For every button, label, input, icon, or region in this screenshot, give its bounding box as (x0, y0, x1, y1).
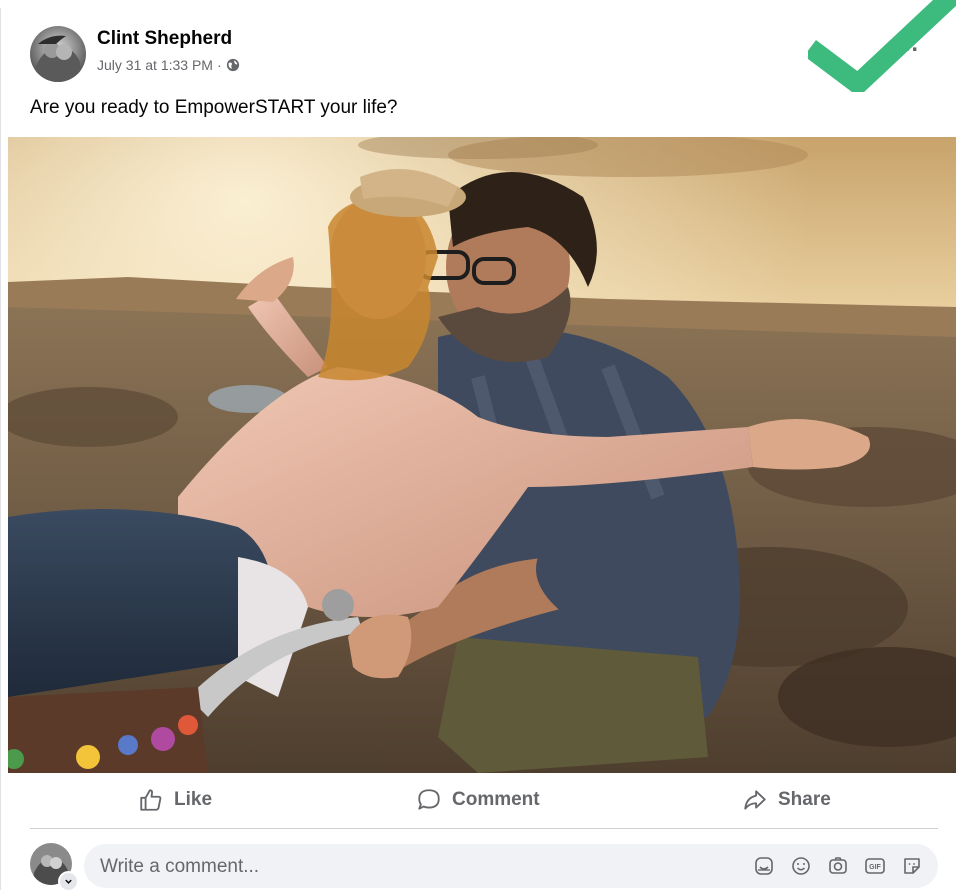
meta-separator: · (216, 57, 222, 73)
like-label: Like (174, 789, 213, 810)
post-timestamp[interactable]: July 31 at 1:33 PM (97, 57, 213, 73)
post-card: Clint Shepherd July 31 at 1:33 PM · ... … (0, 0, 956, 896)
gif-icon[interactable]: GIF (863, 854, 887, 878)
emoji-icon[interactable] (789, 854, 813, 878)
chevron-down-icon[interactable] (58, 871, 79, 892)
sticker-face-icon[interactable] (752, 854, 776, 878)
share-icon (744, 790, 766, 810)
camera-icon[interactable] (826, 854, 850, 878)
comment-icon (418, 789, 440, 810)
post-text: Are you ready to EmpowerSTART your life? (30, 97, 398, 118)
comment-label: Comment (452, 789, 540, 810)
like-button[interactable]: Like (138, 775, 212, 825)
author-name[interactable]: Clint Shepherd (97, 28, 232, 50)
sticker-icon[interactable] (900, 854, 924, 878)
share-button[interactable]: Share (742, 775, 831, 825)
comment-input[interactable] (98, 844, 702, 890)
svg-text:GIF: GIF (869, 864, 881, 871)
share-label: Share (778, 789, 831, 810)
post-meta: July 31 at 1:33 PM · (97, 57, 240, 73)
actions-divider (30, 828, 938, 829)
post-photo[interactable] (8, 137, 956, 773)
globe-icon[interactable] (226, 58, 240, 72)
card-border (0, 8, 1, 890)
post-actions: Like Comment Share (8, 775, 956, 825)
comment-button[interactable]: Comment (416, 775, 540, 825)
like-icon (140, 789, 162, 811)
author-avatar[interactable] (30, 26, 86, 82)
checkmark-icon (808, 0, 956, 92)
composer-icons: GIF (752, 854, 924, 878)
comment-composer: GIF (84, 844, 938, 890)
